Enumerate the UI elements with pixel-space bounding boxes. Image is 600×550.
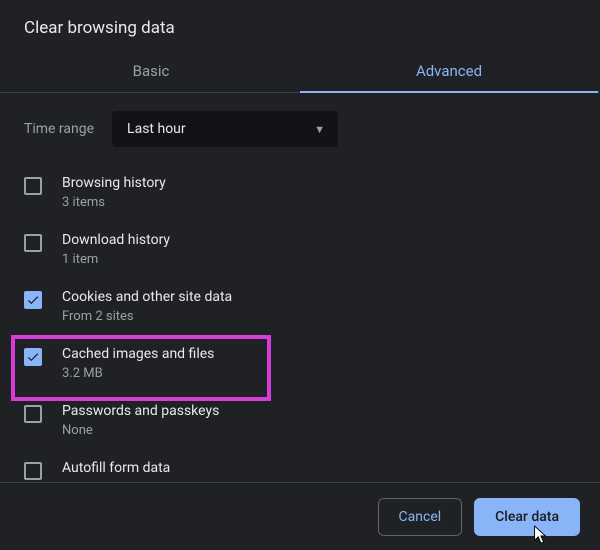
option-label: Cookies and other site data bbox=[62, 289, 232, 305]
option-row: Download history 1 item bbox=[24, 222, 576, 279]
checkbox[interactable] bbox=[24, 291, 42, 309]
option-label: Download history bbox=[62, 232, 170, 248]
checkbox[interactable] bbox=[24, 177, 42, 195]
option-texts: Autofill form data bbox=[62, 460, 170, 476]
checkbox[interactable] bbox=[24, 348, 42, 366]
check-icon bbox=[26, 293, 40, 307]
options-list: Browsing history 3 items Download history 1… bbox=[0, 165, 600, 482]
option-subtext: 1 item bbox=[62, 252, 170, 267]
option-row: Cached images and files 3.2 MB bbox=[24, 336, 576, 393]
clear-data-button[interactable]: Clear data bbox=[474, 498, 580, 536]
clear-data-button-label: Clear data bbox=[495, 509, 559, 525]
chevron-down-icon: ▼ bbox=[314, 123, 325, 136]
option-subtext: 3 items bbox=[62, 195, 166, 210]
option-row: Cookies and other site data From 2 sites bbox=[24, 279, 576, 336]
time-range-label: Time range bbox=[24, 121, 94, 137]
option-texts: Cookies and other site data From 2 sites bbox=[62, 289, 232, 324]
option-label: Browsing history bbox=[62, 175, 166, 191]
clear-browsing-data-dialog: Clear browsing data Basic Advanced Time … bbox=[0, 0, 600, 550]
option-texts: Download history 1 item bbox=[62, 232, 170, 267]
option-label: Passwords and passkeys bbox=[62, 403, 219, 419]
dialog-body: Time range Last hour ▼ Browsing history 3… bbox=[0, 93, 600, 482]
option-label: Autofill form data bbox=[62, 460, 170, 476]
option-subtext: None bbox=[62, 423, 219, 438]
option-subtext: 3.2 MB bbox=[62, 366, 214, 381]
checkbox[interactable] bbox=[24, 462, 42, 480]
option-subtext: From 2 sites bbox=[62, 309, 232, 324]
cancel-button-label: Cancel bbox=[399, 509, 442, 525]
tab-basic-label: Basic bbox=[133, 62, 170, 80]
tab-basic[interactable]: Basic bbox=[2, 52, 300, 92]
cancel-button[interactable]: Cancel bbox=[378, 498, 463, 536]
dialog-title: Clear browsing data bbox=[0, 0, 600, 52]
option-row: Autofill form data bbox=[24, 450, 576, 482]
check-icon bbox=[26, 350, 40, 364]
option-row: Browsing history 3 items bbox=[24, 165, 576, 222]
time-range-value: Last hour bbox=[127, 121, 186, 137]
option-label: Cached images and files bbox=[62, 346, 214, 362]
tab-advanced-label: Advanced bbox=[416, 62, 482, 80]
option-texts: Cached images and files 3.2 MB bbox=[62, 346, 214, 381]
checkbox[interactable] bbox=[24, 405, 42, 423]
option-row: Passwords and passkeys None bbox=[24, 393, 576, 450]
dialog-footer: Cancel Clear data bbox=[0, 482, 600, 550]
tab-advanced[interactable]: Advanced bbox=[300, 52, 598, 92]
time-range-select[interactable]: Last hour ▼ bbox=[112, 111, 338, 147]
option-texts: Browsing history 3 items bbox=[62, 175, 166, 210]
time-range-row: Time range Last hour ▼ bbox=[0, 93, 600, 165]
checkbox[interactable] bbox=[24, 234, 42, 252]
tabs: Basic Advanced bbox=[0, 52, 600, 93]
option-texts: Passwords and passkeys None bbox=[62, 403, 219, 438]
